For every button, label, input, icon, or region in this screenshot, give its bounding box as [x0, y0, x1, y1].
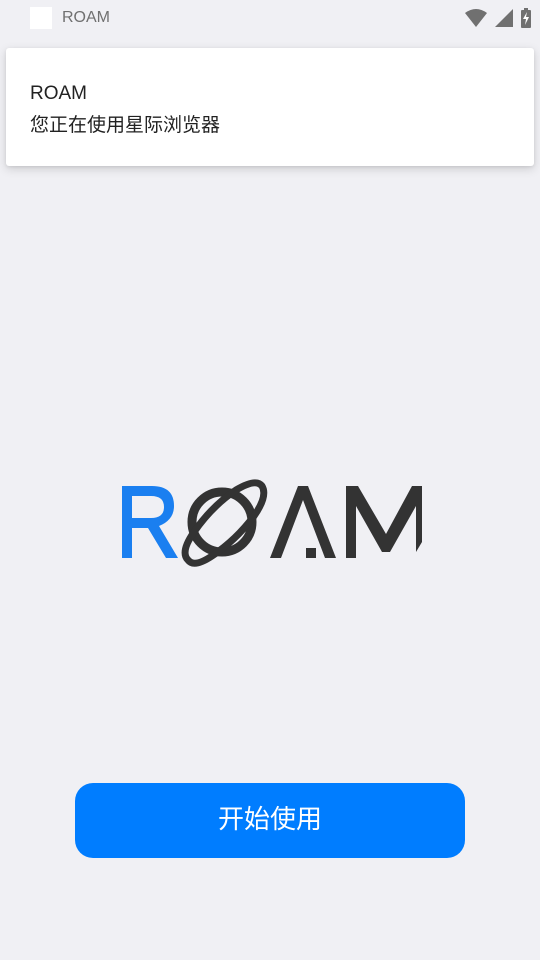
roam-logo: [118, 476, 422, 568]
app-notification-icon: [30, 7, 52, 29]
wifi-icon: [464, 8, 488, 28]
status-bar: ROAM: [0, 0, 540, 36]
notification-card[interactable]: ROAM 您正在使用星际浏览器: [6, 48, 534, 166]
screen: ROAM ROAM 您正在使用星际浏览器 开始使用: [0, 0, 540, 960]
notification-title: ROAM: [30, 83, 87, 104]
notification-body: 您正在使用星际浏览器: [30, 114, 221, 136]
roam-logo-graphic: [122, 479, 422, 567]
start-using-button[interactable]: 开始使用: [75, 783, 465, 858]
status-app-name: ROAM: [62, 9, 110, 26]
status-icons: [464, 8, 532, 28]
cellular-signal-icon: [494, 8, 514, 28]
battery-charging-icon: [520, 8, 532, 28]
